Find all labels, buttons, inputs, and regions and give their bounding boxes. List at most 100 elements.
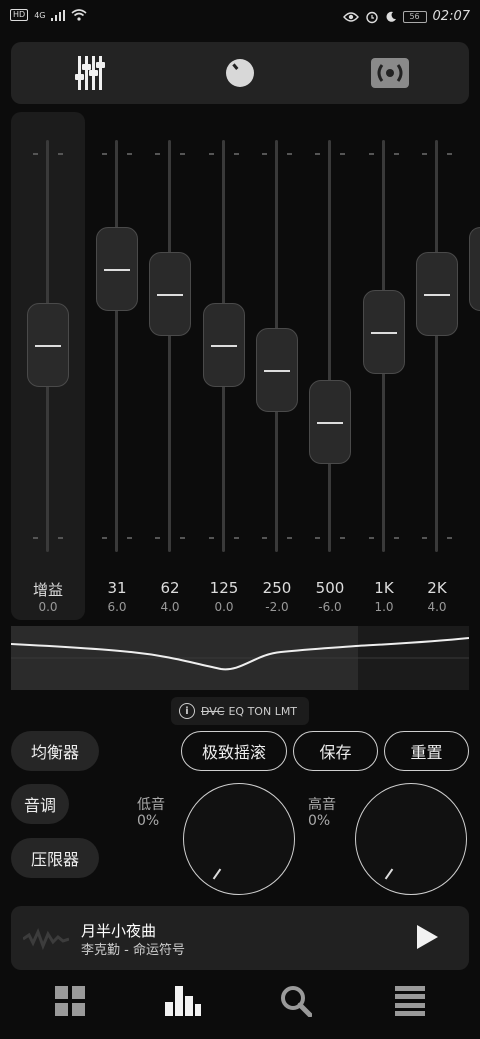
band-dash (155, 153, 160, 155)
treble-knob[interactable] (355, 783, 467, 895)
band-dash (315, 537, 320, 539)
treble-value: 0% (308, 813, 331, 829)
band-1k-label: 1K (374, 579, 394, 597)
band-dash (369, 153, 374, 155)
network-label: 4G (34, 10, 46, 20)
band-31-value: 6.0 (107, 600, 127, 614)
gain-label: 增益 (32, 581, 63, 599)
surround-tab[interactable] (370, 53, 410, 93)
speaker-radiate-icon (371, 58, 409, 88)
eq-response-curve (11, 626, 469, 690)
nav-search[interactable] (276, 981, 316, 1021)
grid-icon (55, 986, 85, 1016)
bottom-nav (0, 976, 480, 1039)
band-dash (447, 537, 452, 539)
band-dash (127, 537, 132, 539)
limiter-button[interactable]: 压限器 (11, 838, 99, 878)
band-125-value: 0.0 (214, 600, 234, 614)
band-dash (287, 153, 292, 155)
band-track[interactable] (328, 140, 331, 552)
band-125-handle[interactable] (203, 303, 245, 387)
moon-icon (386, 11, 396, 22)
menu-icon (395, 986, 425, 1016)
search-icon (281, 986, 312, 1017)
top-tab-bar (11, 42, 469, 104)
band-dash (234, 153, 239, 155)
band-250-label: 250 (262, 579, 292, 597)
band-dash (102, 153, 107, 155)
band-250-handle[interactable] (256, 328, 298, 412)
band-dash (234, 537, 239, 539)
band-dash (315, 153, 320, 155)
gain-dash (58, 537, 63, 539)
alarm-icon (365, 11, 378, 23)
save-button[interactable]: 保存 (293, 731, 378, 771)
band-next-handle[interactable] (469, 227, 480, 311)
gain-dash (33, 153, 38, 155)
effects-status: EQ TON LMT (228, 704, 298, 718)
band-125-label: 125 (209, 579, 239, 597)
band-dash (422, 537, 427, 539)
gain-slider-handle[interactable] (27, 303, 69, 387)
active-effects-chip[interactable]: i DVC EQ TON LMT (171, 697, 309, 725)
band-2k-label: 2K (427, 579, 447, 597)
track-title: 月半小夜曲 (81, 922, 157, 940)
hd-badge: HD (10, 9, 29, 21)
band-62-handle[interactable] (149, 252, 191, 336)
nav-library[interactable] (50, 981, 90, 1021)
bass-knob[interactable] (183, 783, 295, 895)
waveform-icon (23, 928, 69, 951)
band-1k-handle[interactable] (363, 290, 405, 374)
equalizer-panel: 增益 0.0 31 6.0 62 4.0 125 0.0 250 -2.0 50… (0, 112, 480, 620)
equalizer-button[interactable]: 均衡器 (11, 731, 99, 771)
band-31-handle[interactable] (96, 227, 138, 311)
band-2k-handle[interactable] (416, 252, 458, 336)
sliders-icon (75, 56, 105, 90)
band-dash (287, 537, 292, 539)
bass-value: 0% (137, 813, 160, 829)
band-2k-value: 4.0 (427, 600, 447, 614)
bar-chart-icon (165, 986, 201, 1016)
band-dash (262, 537, 267, 539)
bass-knob-indicator (212, 868, 222, 880)
band-dash (447, 153, 452, 155)
gain-dash (58, 153, 63, 155)
reset-button[interactable]: 重置 (384, 731, 469, 771)
band-dash (180, 153, 185, 155)
band-500-handle[interactable] (309, 380, 351, 464)
signal-icon (51, 9, 66, 21)
treble-label: 高音 (308, 797, 336, 813)
equalizer-tab[interactable] (70, 53, 110, 93)
band-dash (340, 153, 345, 155)
bass-label: 低音 (137, 797, 165, 813)
band-track[interactable] (115, 140, 118, 552)
band-dash (340, 537, 345, 539)
eye-icon (342, 11, 359, 22)
band-dash (422, 153, 427, 155)
band-track[interactable] (168, 140, 171, 552)
band-dash (369, 537, 374, 539)
curve-line (11, 637, 469, 671)
nav-equalizer[interactable] (163, 981, 203, 1021)
band-31-label: 31 (107, 579, 127, 597)
info-icon: i (179, 703, 195, 719)
tone-button[interactable]: 音调 (11, 784, 69, 824)
band-dash (102, 537, 107, 539)
battery-indicator: 56 (402, 10, 427, 23)
band-dash (262, 153, 267, 155)
tone-tab[interactable] (220, 53, 260, 93)
band-500-value: -6.0 (318, 600, 342, 614)
play-icon[interactable] (415, 924, 439, 950)
treble-knob-indicator (384, 868, 394, 880)
status-bar: HD 4G 56 02:07 (0, 0, 480, 36)
preset-extreme-rock-button[interactable]: 极致摇滚 (181, 731, 287, 771)
gain-dash (33, 537, 38, 539)
band-track[interactable] (435, 140, 438, 552)
band-62-label: 62 (160, 579, 180, 597)
track-artist: 李克勤 - 命运符号 (81, 943, 185, 958)
band-250-value: -2.0 (265, 600, 289, 614)
mini-player[interactable]: 月半小夜曲 李克勤 - 命运符号 (11, 906, 469, 970)
band-62-value: 4.0 (160, 600, 180, 614)
nav-menu[interactable] (390, 981, 430, 1021)
band-500-label: 500 (315, 579, 345, 597)
